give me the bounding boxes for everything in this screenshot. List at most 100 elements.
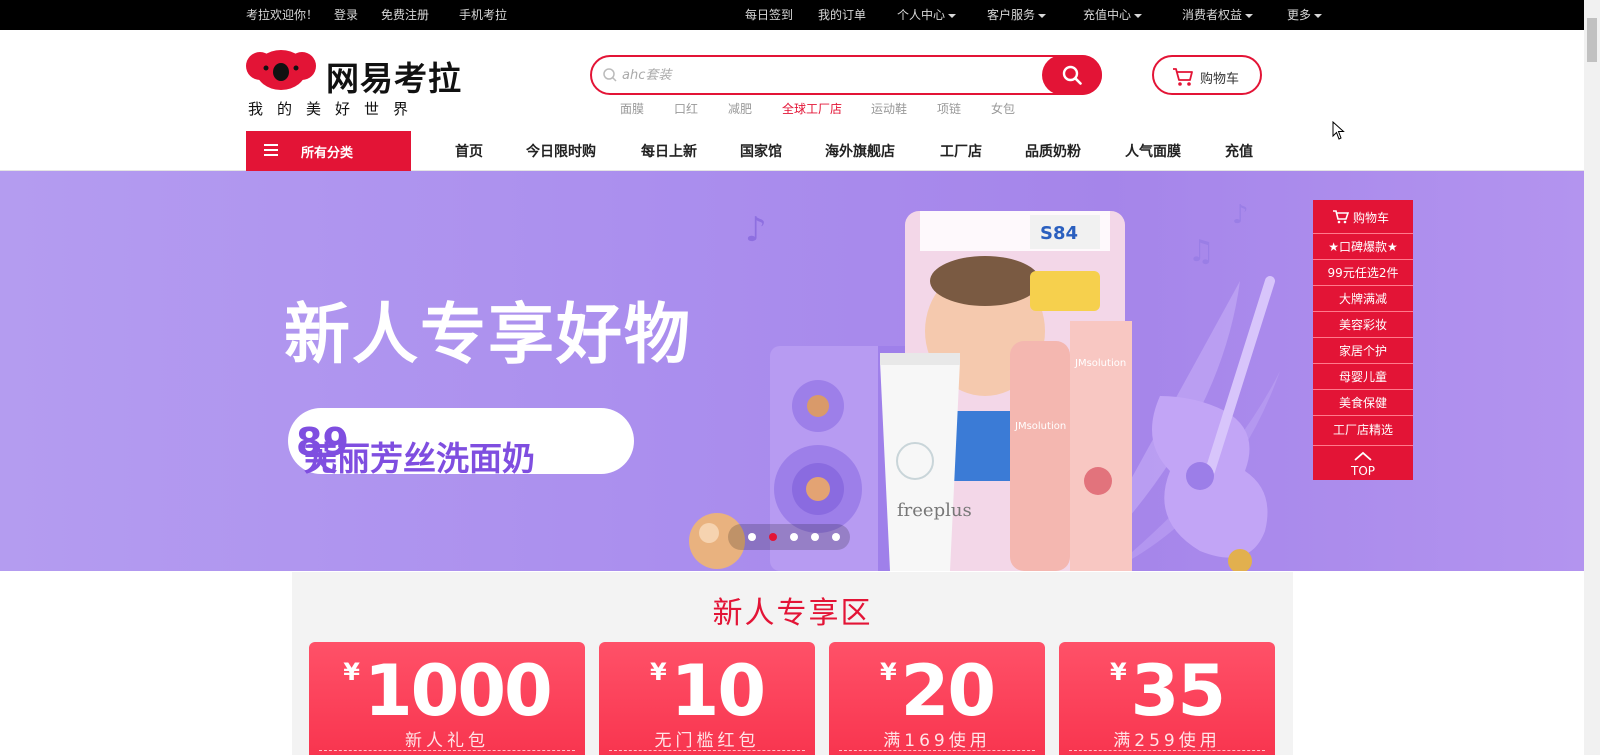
register-link[interactable]: 免费注册 bbox=[381, 7, 429, 23]
coupon-desc: 无门槛红包 bbox=[654, 731, 760, 751]
daily-checkin-link[interactable]: 每日签到 bbox=[745, 7, 793, 23]
coupon-card[interactable]: ¥1000 新人礼包 bbox=[309, 642, 585, 755]
coupon-amount: ¥10 bbox=[599, 650, 815, 732]
welcome-text: 考拉欢迎你！ bbox=[246, 8, 319, 22]
customer-service-label: 客户服务 bbox=[987, 8, 1036, 22]
hotword-link[interactable]: 女包 bbox=[991, 100, 1015, 117]
carousel-dot[interactable] bbox=[811, 533, 819, 541]
float-menu-item[interactable]: 美容彩妆 bbox=[1313, 312, 1413, 338]
cart-button[interactable]: 购物车 bbox=[1152, 55, 1262, 95]
hotword-link[interactable]: 口红 bbox=[674, 100, 698, 117]
zone-title: 新人专享区 bbox=[712, 596, 873, 631]
vertical-scrollbar[interactable] bbox=[1584, 0, 1600, 755]
banner-promo-unit: 元 bbox=[304, 439, 337, 478]
site-logo[interactable]: 网易考拉 我的美好世界 bbox=[246, 48, 466, 118]
more-menu[interactable]: 更多 bbox=[1287, 7, 1323, 23]
customer-service-menu[interactable]: 客户服务 bbox=[987, 7, 1047, 23]
new-user-zone: 新人专享区 ¥1000 新人礼包 ¥10 无门槛红包 ¥20 满169使用 ¥3… bbox=[292, 572, 1293, 755]
chevron-up-icon bbox=[1354, 451, 1372, 461]
currency-symbol: ¥ bbox=[343, 658, 360, 686]
cart-icon bbox=[1333, 210, 1349, 224]
banner-title: 新人专享好物 bbox=[284, 296, 692, 373]
coupon-amount: ¥35 bbox=[1059, 650, 1275, 732]
mouse-cursor-icon bbox=[1332, 121, 1345, 140]
float-cart-button[interactable]: 购物车 bbox=[1313, 200, 1413, 234]
recharge-center-menu[interactable]: 充值中心 bbox=[1083, 7, 1143, 23]
coupon-value: 20 bbox=[900, 650, 996, 732]
mobile-kaola-link[interactable]: 手机考拉 bbox=[459, 7, 507, 23]
nav-item-face-mask[interactable]: 人气面膜 bbox=[1125, 141, 1181, 161]
scrollbar-thumb[interactable] bbox=[1587, 18, 1597, 62]
my-orders-link[interactable]: 我的订单 bbox=[818, 7, 866, 23]
hotword-link[interactable]: 项链 bbox=[937, 100, 961, 117]
nav-item-daily-new[interactable]: 每日上新 bbox=[641, 141, 697, 161]
top-bar: 考拉欢迎你！ 登录 免费注册 手机考拉 每日签到 我的订单 个人中心 客户服务 … bbox=[0, 0, 1584, 30]
login-link[interactable]: 登录 bbox=[334, 7, 358, 23]
carousel-dot-active[interactable] bbox=[769, 533, 777, 541]
float-menu-item[interactable]: 母婴儿童 bbox=[1313, 364, 1413, 390]
svg-text:freeplus: freeplus bbox=[897, 500, 972, 521]
nav-item-country[interactable]: 国家馆 bbox=[740, 141, 782, 161]
coupon-desc: 满259使用 bbox=[1113, 731, 1221, 751]
recharge-center-label: 充值中心 bbox=[1083, 8, 1132, 22]
search-input[interactable] bbox=[622, 63, 1002, 87]
coupon-amount: ¥20 bbox=[829, 650, 1045, 732]
float-menu-item[interactable]: 工厂店精选 bbox=[1313, 416, 1413, 446]
float-cart-label: 购物车 bbox=[1353, 211, 1390, 225]
consumer-rights-label: 消费者权益 bbox=[1182, 8, 1243, 22]
cart-label: 购物车 bbox=[1200, 72, 1240, 87]
personal-center-menu[interactable]: 个人中心 bbox=[897, 7, 957, 23]
svg-text:♪: ♪ bbox=[1232, 200, 1249, 230]
banner-promo-pill: 芙丽芳丝洗面奶 89 元 bbox=[288, 408, 634, 478]
more-label: 更多 bbox=[1287, 8, 1312, 22]
coupon-amount: ¥1000 bbox=[309, 650, 585, 732]
coupon-card[interactable]: ¥35 满259使用 bbox=[1059, 642, 1275, 755]
svg-text:JMsolution: JMsolution bbox=[1074, 358, 1126, 369]
hotword-link[interactable]: 全球工厂店 bbox=[782, 100, 842, 117]
svg-text:♫: ♫ bbox=[1188, 234, 1215, 269]
coupon-divider bbox=[839, 750, 1035, 751]
float-menu-item[interactable]: 家居个护 bbox=[1313, 338, 1413, 364]
koala-logo-icon bbox=[246, 50, 316, 90]
chevron-down-icon bbox=[948, 13, 957, 18]
nav-item-factory[interactable]: 工厂店 bbox=[940, 141, 982, 161]
banner-promo: 芙丽芳丝洗面奶 89 元 bbox=[296, 420, 535, 478]
float-menu-item[interactable]: ★口碑爆款★ bbox=[1313, 234, 1413, 260]
page: 考拉欢迎你！ 登录 免费注册 手机考拉 每日签到 我的订单 个人中心 客户服务 … bbox=[0, 0, 1600, 755]
coupon-value: 35 bbox=[1130, 650, 1226, 732]
chevron-down-icon bbox=[1314, 13, 1323, 18]
carousel-dot[interactable] bbox=[832, 533, 840, 541]
carousel-dot[interactable] bbox=[790, 533, 798, 541]
personal-center-label: 个人中心 bbox=[897, 8, 946, 22]
coupon-value: 10 bbox=[670, 650, 766, 732]
coupon-desc: 新人礼包 bbox=[405, 731, 489, 751]
svg-text:♪: ♪ bbox=[745, 210, 767, 250]
float-menu-item[interactable]: 美食保健 bbox=[1313, 390, 1413, 416]
nav-item-milk-powder[interactable]: 品质奶粉 bbox=[1025, 141, 1081, 161]
back-to-top-button[interactable]: TOP bbox=[1313, 446, 1413, 480]
brand-name: 网易考拉 bbox=[326, 59, 462, 98]
chevron-down-icon bbox=[1245, 13, 1254, 18]
nav-item-home[interactable]: 首页 bbox=[455, 141, 483, 161]
currency-symbol: ¥ bbox=[649, 658, 667, 686]
all-categories-label: 所有分类 bbox=[301, 146, 354, 161]
chevron-down-icon bbox=[1134, 13, 1143, 18]
cart-icon bbox=[1173, 68, 1193, 86]
coupon-card[interactable]: ¥20 满169使用 bbox=[829, 642, 1045, 755]
svg-text:S84: S84 bbox=[1040, 223, 1078, 244]
hotword-link[interactable]: 减肥 bbox=[728, 100, 752, 117]
nav-item-flash-sale[interactable]: 今日限时购 bbox=[526, 141, 596, 161]
banner-promo-text: 芙丽芳丝洗面奶 bbox=[304, 439, 535, 478]
float-menu-item[interactable]: 99元任选2件 bbox=[1313, 260, 1413, 286]
nav-item-overseas-flagship[interactable]: 海外旗舰店 bbox=[825, 141, 895, 161]
float-menu-item[interactable]: 大牌满减 bbox=[1313, 286, 1413, 312]
nav-item-recharge[interactable]: 充值 bbox=[1225, 141, 1253, 161]
consumer-rights-menu[interactable]: 消费者权益 bbox=[1182, 7, 1254, 23]
hotword-link[interactable]: 运动鞋 bbox=[871, 100, 907, 117]
carousel-dot[interactable] bbox=[748, 533, 756, 541]
search-button[interactable] bbox=[1042, 55, 1102, 95]
hotword-link[interactable]: 面膜 bbox=[620, 100, 644, 117]
menu-icon bbox=[264, 144, 278, 157]
all-categories-button[interactable]: 所有分类 bbox=[246, 131, 411, 171]
coupon-card[interactable]: ¥10 无门槛红包 bbox=[599, 642, 815, 755]
